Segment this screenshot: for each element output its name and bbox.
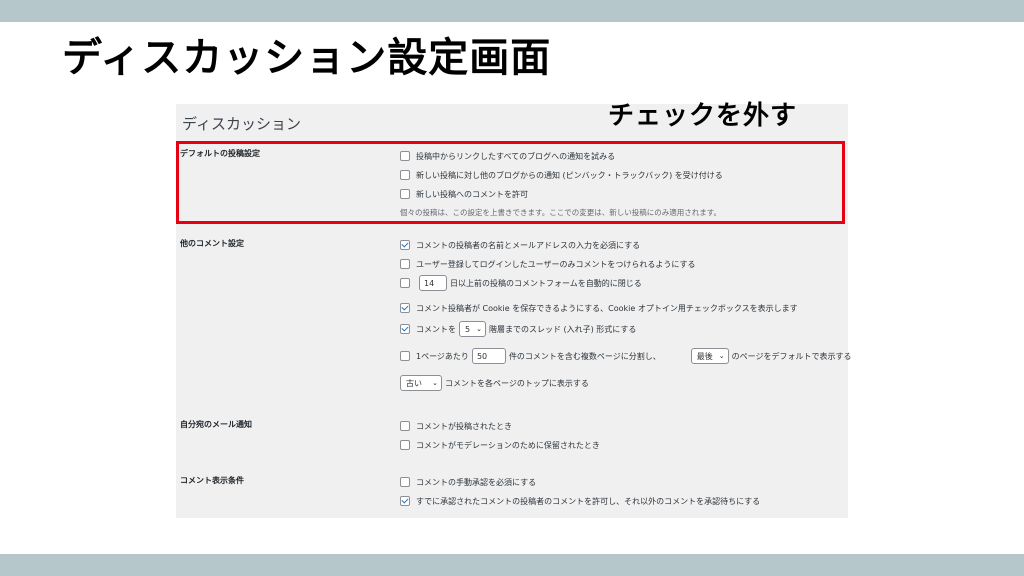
section-label-appear: コメント表示条件 (180, 476, 244, 485)
select-value: 最後 (696, 351, 713, 361)
section-label-other: 他のコメント設定 (180, 239, 244, 248)
checkbox-label: ユーザー登録してログインしたユーザーのみコメントをつけられるようにする (416, 259, 696, 269)
checkbox-label: すでに承認されたコメントの投稿者のコメントを許可し、それ以外のコメントを承認待ち… (416, 496, 761, 506)
default-page-select[interactable]: 最後 ⌄ (690, 348, 729, 364)
checkbox-row-allow-comments[interactable]: 新しい投稿へのコメントを許可 (400, 186, 528, 202)
checkbox-row-cookie[interactable]: コメント投稿者が Cookie を保存できるようにする、Cookie オプトイン… (400, 300, 798, 316)
comment-order-row: 古い ⌄ コメントを各ページのトップに表示する (400, 375, 589, 391)
page-heading: ディスカッション (182, 115, 301, 133)
checkbox-checked[interactable] (400, 496, 410, 506)
per-page-input[interactable]: 50 (471, 348, 506, 364)
annotation-callout: チェックを外す (608, 101, 798, 131)
checkbox-row-require-name[interactable]: コメントの投稿者の名前とメールアドレスの入力を必須にする (400, 237, 640, 253)
checkbox-row-registered-only[interactable]: ユーザー登録してログインしたユーザーのみコメントをつけられるようにする (400, 256, 696, 272)
checkbox-row-pingback[interactable]: 新しい投稿に対し他のブログからの通知 (ピンバック・トラックバック) を受け付け… (400, 167, 723, 183)
select-value: 古い (406, 378, 422, 388)
checkbox-row-ping[interactable]: 投稿中からリンクしたすべてのブログへの通知を試みる (400, 148, 615, 164)
close-days-input[interactable]: 14 (419, 275, 447, 291)
default-note: 個々の投稿は、この設定を上書きできます。ここでの変更は、新しい投稿にのみ適用され… (400, 208, 721, 217)
checkbox-row-close-comments[interactable]: 14 日以上前の投稿のコメントフォームを自動的に閉じる (400, 275, 642, 291)
top-band (0, 0, 1024, 22)
checkbox-label: コメントがモデレーションのために保留されたとき (416, 440, 600, 450)
checkbox[interactable] (400, 259, 410, 269)
checkbox-row-previously-approved[interactable]: すでに承認されたコメントの投稿者のコメントを許可し、それ以外のコメントを承認待ち… (400, 493, 760, 509)
checkbox[interactable] (400, 477, 410, 487)
checkbox-row-email-posted[interactable]: コメントが投稿されたとき (400, 418, 512, 434)
checkbox-label: コメントの投稿者の名前とメールアドレスの入力を必須にする (416, 240, 641, 250)
checkbox-label: コメントの手動承認を必須にする (416, 477, 537, 487)
checkbox[interactable] (400, 278, 410, 288)
checkbox-label: 投稿中からリンクしたすべてのブログへの通知を試みる (416, 151, 616, 161)
chevron-down-icon: ⌄ (476, 325, 482, 333)
checkbox-label: 新しい投稿に対し他のブログからの通知 (ピンバック・トラックバック) を受け付け… (416, 170, 723, 180)
checkbox-row-email-moderation[interactable]: コメントがモデレーションのために保留されたとき (400, 437, 600, 453)
section-label-email: 自分宛のメール通知 (180, 420, 252, 429)
checkbox-row-manual-approval[interactable]: コメントの手動承認を必須にする (400, 474, 536, 490)
checkbox-label: 階層までのスレッド (入れ子) 形式にする (488, 324, 637, 334)
order-label: コメントを各ページのトップに表示する (445, 378, 589, 388)
checkbox-label: 日以上前の投稿のコメントフォームを自動的に閉じる (450, 278, 642, 288)
thread-depth-select[interactable]: 5 ⌄ (459, 321, 486, 337)
checkbox-label: のページをデフォルトで表示する (731, 351, 852, 361)
settings-screenshot: ディスカッション チェックを外す デフォルトの投稿設定 投稿中からリンクしたすべ… (176, 101, 852, 518)
checkbox-label: 件のコメントを含む複数ページに分割し、 (508, 351, 661, 361)
select-value: 5 (465, 324, 471, 334)
checkbox[interactable] (400, 151, 410, 161)
checkbox-checked[interactable] (400, 324, 410, 334)
checkbox-label: コメントが投稿されたとき (416, 421, 512, 431)
checkbox-label: 新しい投稿へのコメントを許可 (416, 189, 528, 199)
checkbox[interactable] (400, 189, 410, 199)
checkbox-checked[interactable] (400, 240, 410, 250)
checkbox[interactable] (400, 351, 410, 361)
checkbox-row-paging[interactable]: 1ページあたり 50 件のコメントを含む複数ページに分割し、 最後 ⌄ のページ… (400, 348, 852, 364)
chevron-down-icon: ⌄ (432, 379, 438, 387)
checkbox[interactable] (400, 440, 410, 450)
checkbox-label: 1ページあたり (416, 351, 469, 361)
checkbox[interactable] (400, 170, 410, 180)
checkbox-label: コメント投稿者が Cookie を保存できるようにする、Cookie オプトイン… (416, 303, 798, 313)
chevron-down-icon: ⌄ (718, 352, 725, 360)
comment-order-select[interactable]: 古い ⌄ (400, 375, 442, 391)
slide-title: ディスカッション設定画面 (62, 35, 552, 81)
bottom-band (0, 554, 1024, 576)
checkbox-label: コメントを (416, 324, 456, 334)
checkbox[interactable] (400, 421, 410, 431)
checkbox-checked[interactable] (400, 303, 410, 313)
checkbox-row-threaded[interactable]: コメントを 5 ⌄ 階層までのスレッド (入れ子) 形式にする (400, 321, 636, 337)
section-label-default: デフォルトの投稿設定 (180, 149, 260, 158)
